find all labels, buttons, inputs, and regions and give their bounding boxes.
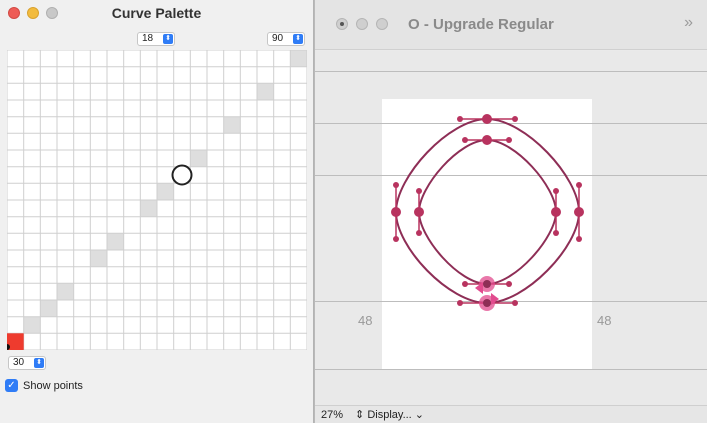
curve-palette-window: Curve Palette 18 ⬍ 90 ⬍ 30 ⬍ ✓ Show poin… — [0, 0, 314, 423]
stepper-arrows-icon[interactable]: ⬍ — [293, 34, 303, 44]
curve-grid[interactable] — [7, 50, 307, 350]
glyph-window: O - Upgrade Regular » 48 48 27% ⇕ Displa… — [315, 0, 707, 423]
palette-title: Curve Palette — [111, 5, 202, 21]
diagonal-cells — [23, 50, 307, 334]
top-left-stepper[interactable]: 18 ⬍ — [137, 32, 175, 46]
glyph-titlebar: O - Upgrade Regular » — [315, 0, 707, 50]
zoom-button[interactable] — [376, 18, 388, 30]
left-sidebearing: 48 — [358, 313, 373, 328]
top-left-stepper-value: 18 — [142, 33, 154, 44]
status-bar: 27% ⇕ Display... ⌄ — [315, 405, 707, 423]
show-points-checkbox[interactable]: ✓ — [5, 379, 18, 392]
glyph-window-title: O - Upgrade Regular — [408, 16, 554, 33]
display-menu[interactable]: ⇕ Display... ⌄ — [355, 408, 424, 421]
bottom-stepper[interactable]: 30 ⬍ — [8, 356, 46, 370]
selected-nodes[interactable] — [475, 276, 499, 311]
curve-handle-knob[interactable] — [171, 164, 193, 186]
show-points-label: Show points — [23, 379, 83, 392]
updown-icon: ⇕ — [355, 409, 365, 421]
inner-contour[interactable] — [417, 138, 558, 286]
top-right-stepper[interactable]: 90 ⬍ — [267, 32, 305, 46]
palette-titlebar: Curve Palette — [0, 0, 313, 26]
display-menu-label: Display... — [367, 409, 412, 421]
glyph-outline[interactable] — [315, 51, 707, 405]
glyph-canvas[interactable]: 48 48 — [315, 51, 707, 405]
close-button[interactable] — [336, 18, 348, 30]
double-chevron-right-icon[interactable]: » — [684, 14, 693, 32]
top-right-stepper-value: 90 — [272, 33, 284, 44]
stepper-arrows-icon[interactable]: ⬍ — [34, 358, 44, 368]
chevron-down-icon: ⌄ — [414, 409, 425, 421]
stepper-arrows-icon[interactable]: ⬍ — [163, 34, 173, 44]
curve-grid-canvas[interactable] — [7, 50, 307, 350]
right-sidebearing: 48 — [597, 313, 612, 328]
zoom-level[interactable]: 27% — [321, 409, 343, 421]
bottom-stepper-value: 30 — [13, 357, 25, 368]
show-points-row[interactable]: ✓ Show points — [5, 379, 83, 392]
minimize-button[interactable] — [356, 18, 368, 30]
